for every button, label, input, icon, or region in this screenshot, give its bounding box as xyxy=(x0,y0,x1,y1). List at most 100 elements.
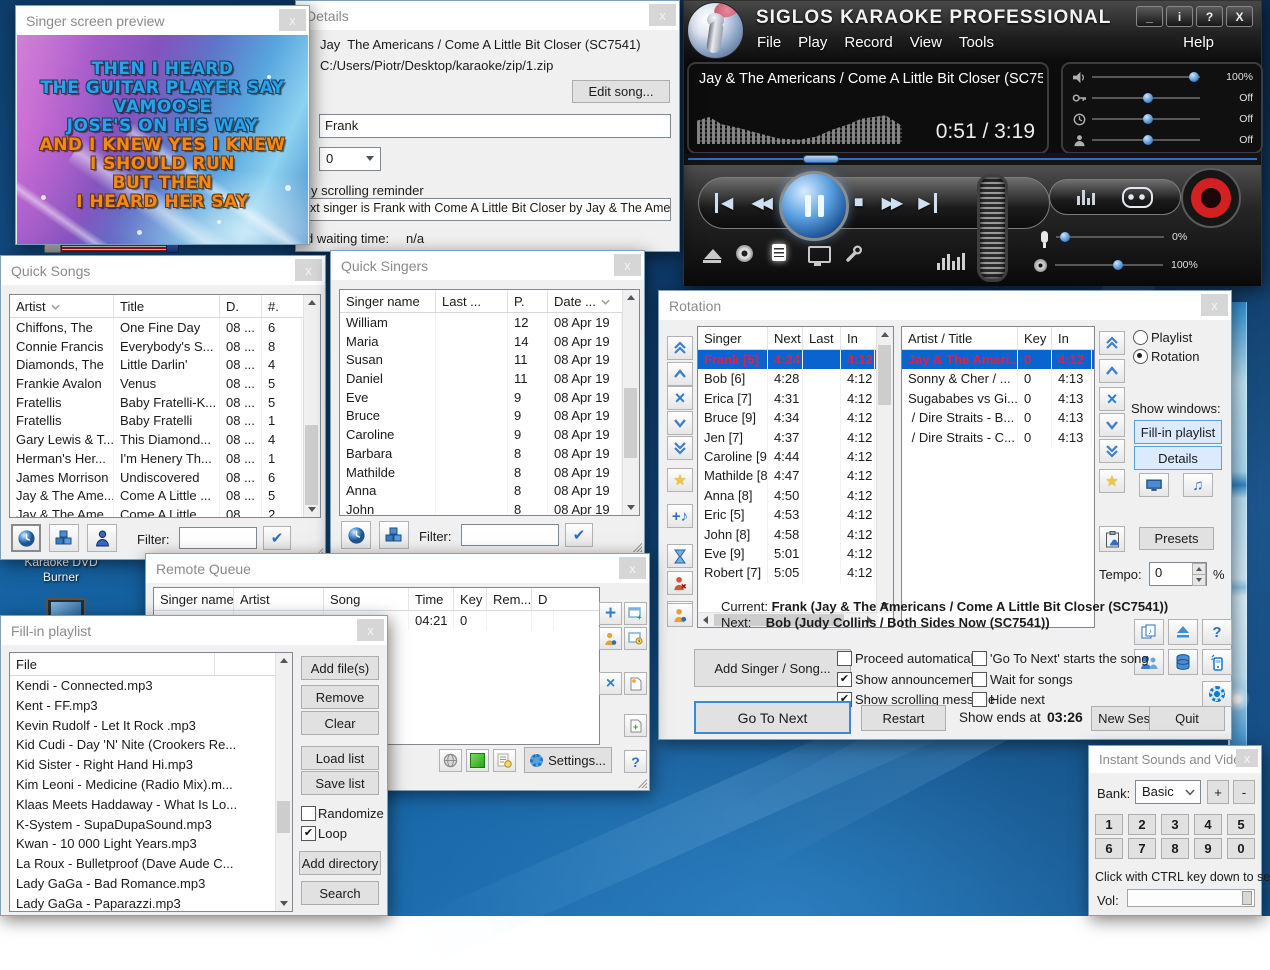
table-row[interactable]: Bob [6]4:284:12 xyxy=(698,369,893,388)
close-icon[interactable]: x xyxy=(649,4,676,26)
table-row[interactable]: FratellisBaby Fratelli-K...08 ...5 xyxy=(10,393,320,412)
table-row[interactable]: Frank [5]4:244:12 xyxy=(698,350,893,369)
table-row[interactable]: Kendi - Connected.mp3 xyxy=(10,676,292,696)
table-row[interactable]: John808 Apr 19 xyxy=(340,500,639,516)
scrollbar-thumb[interactable] xyxy=(624,388,637,458)
details-button[interactable]: Details xyxy=(1134,446,1222,470)
slider-knob[interactable] xyxy=(1143,114,1153,124)
table-row[interactable]: Frankie AvalonVenus08 ...5 xyxy=(10,374,320,393)
table-row[interactable]: John [8]4:584:12 xyxy=(698,525,893,544)
cube-button[interactable] xyxy=(466,749,489,772)
scroll-up-button[interactable] xyxy=(877,327,893,342)
column-header-next[interactable]: Next xyxy=(768,327,803,349)
table-row[interactable]: Herman's Her...I'm Henery Th...08 ...1 xyxy=(10,449,320,468)
table-row[interactable]: Bruce908 Apr 19 xyxy=(340,406,639,425)
table-row[interactable]: Lady GaGa - Bad Romance.mp3 xyxy=(10,874,292,894)
sound-key-3[interactable]: 3 xyxy=(1161,814,1189,835)
quick-songs-titlebar[interactable]: Quick Songs x xyxy=(1,256,325,285)
help-button[interactable]: ? xyxy=(1202,619,1232,645)
singer-info-button[interactable] xyxy=(599,627,622,650)
details-titlebar[interactable]: Details x xyxy=(296,1,679,30)
web-button[interactable] xyxy=(439,749,462,772)
quit-button[interactable]: Quit xyxy=(1149,706,1225,731)
go-to-next-starts-checkbox[interactable] xyxy=(972,651,987,666)
table-row[interactable]: Jen [7]4:374:12 xyxy=(698,428,893,447)
table-row[interactable]: Erica [7]4:314:12 xyxy=(698,389,893,408)
table-row[interactable]: Sonny & Cher / ...04:13 xyxy=(902,369,1094,388)
close-icon[interactable]: x xyxy=(357,619,384,641)
filter-input[interactable] xyxy=(461,524,559,546)
filter-input[interactable] xyxy=(179,527,257,549)
rotation-radio[interactable] xyxy=(1133,349,1148,364)
table-row[interactable]: Sugababes vs Gi...04:13 xyxy=(902,389,1094,408)
song-move-down-button[interactable] xyxy=(1099,413,1125,437)
menu-play[interactable]: Play xyxy=(798,34,827,51)
column-header-singer[interactable]: Singer name xyxy=(154,588,234,610)
slider-handle[interactable] xyxy=(1242,891,1252,905)
sound-key-6[interactable]: 6 xyxy=(1095,838,1123,859)
save-list-button[interactable]: Save list xyxy=(301,771,379,795)
recent-clock-button[interactable] xyxy=(11,524,41,552)
scroll-up-button[interactable] xyxy=(623,290,639,305)
table-row[interactable]: La Roux - Bulletproof (Dave Aude C... xyxy=(10,854,292,874)
table-row[interactable]: Kid Cudi - Day 'N' Nite (Crookers Re... xyxy=(10,735,292,755)
menu-tools[interactable]: Tools xyxy=(959,34,994,51)
settings-gear-button[interactable] xyxy=(1202,681,1232,707)
column-header-date[interactable]: Date ... xyxy=(548,290,622,312)
sound-key-8[interactable]: 8 xyxy=(1161,838,1189,859)
key-slider[interactable] xyxy=(1092,88,1200,108)
table-row[interactable]: Maria1408 Apr 19 xyxy=(340,332,639,351)
group-singers-button[interactable] xyxy=(379,521,409,549)
bank-add-button[interactable]: + xyxy=(1207,780,1229,804)
column-header-file[interactable]: File xyxy=(10,653,215,675)
table-row[interactable]: Caroline [9]4:444:12 xyxy=(698,447,893,466)
slider-knob[interactable] xyxy=(1060,232,1070,242)
resize-grip[interactable] xyxy=(632,542,642,552)
singer-move-top-button[interactable] xyxy=(667,336,693,360)
apply-filter-button[interactable]: ✔ xyxy=(565,523,593,547)
go-to-next-button[interactable]: Go To Next xyxy=(694,701,851,734)
wrench-icon[interactable] xyxy=(844,244,864,264)
sound-key-1[interactable]: 1 xyxy=(1095,814,1123,835)
record-button[interactable] xyxy=(1181,168,1241,228)
sound-key-5[interactable]: 5 xyxy=(1227,814,1255,835)
table-row[interactable]: Susan1108 Apr 19 xyxy=(340,350,639,369)
column-header-title[interactable]: Title xyxy=(114,295,220,317)
fast-forward-button[interactable]: ▶▶ xyxy=(882,193,901,213)
close-icon[interactable]: x xyxy=(279,9,306,31)
scrollbar-thumb[interactable] xyxy=(878,345,891,405)
table-row[interactable]: Jay & The Ame...Come A Little ...08 ...5 xyxy=(10,486,320,505)
menu-record[interactable]: Record xyxy=(844,34,892,51)
table-row[interactable]: Eve908 Apr 19 xyxy=(340,388,639,407)
table-row[interactable]: / Dire Straits - B...04:13 xyxy=(902,408,1094,427)
search-button[interactable]: Search xyxy=(301,881,379,905)
eject-icon[interactable] xyxy=(702,245,724,263)
close-icon[interactable]: x xyxy=(295,259,322,281)
table-row[interactable]: Eve [9]5:014:12 xyxy=(698,544,893,563)
edit-song-button[interactable]: Edit song... xyxy=(572,80,670,103)
voice-slider[interactable] xyxy=(1092,130,1200,150)
jog-wheel[interactable] xyxy=(977,174,1008,282)
current-singer-info-button[interactable] xyxy=(667,603,693,627)
song-window-button[interactable]: ♫ xyxy=(1183,473,1213,497)
load-list-button[interactable]: Load list xyxy=(301,746,379,770)
column-header-d[interactable]: D xyxy=(532,588,554,610)
eject-button[interactable] xyxy=(1168,619,1198,645)
monitor-icon[interactable] xyxy=(808,246,831,263)
songbook-button[interactable]: ♪ xyxy=(1134,619,1164,645)
fill-in-titlebar[interactable]: Fill-in playlist x xyxy=(1,616,387,645)
singer-move-down-button[interactable] xyxy=(667,411,693,435)
vertical-scrollbar[interactable] xyxy=(303,295,320,517)
column-header-d[interactable]: D. xyxy=(220,295,262,317)
progress-handle[interactable] xyxy=(803,155,839,163)
delete-entry-button[interactable]: × xyxy=(599,672,622,695)
recent-clock-button[interactable] xyxy=(341,521,371,549)
table-row[interactable]: Barbara808 Apr 19 xyxy=(340,444,639,463)
table-row[interactable]: FratellisBaby Fratelli08 ...1 xyxy=(10,411,320,430)
stop-button[interactable]: ■ xyxy=(854,194,864,212)
column-header-singer[interactable]: Singer name xyxy=(340,290,436,312)
vertical-scrollbar[interactable] xyxy=(275,653,292,911)
show-announcements-checkbox[interactable]: ✔ xyxy=(837,672,852,687)
table-row[interactable]: Kent - FF.mp3 xyxy=(10,696,292,716)
clipboard-button[interactable] xyxy=(1099,526,1125,552)
